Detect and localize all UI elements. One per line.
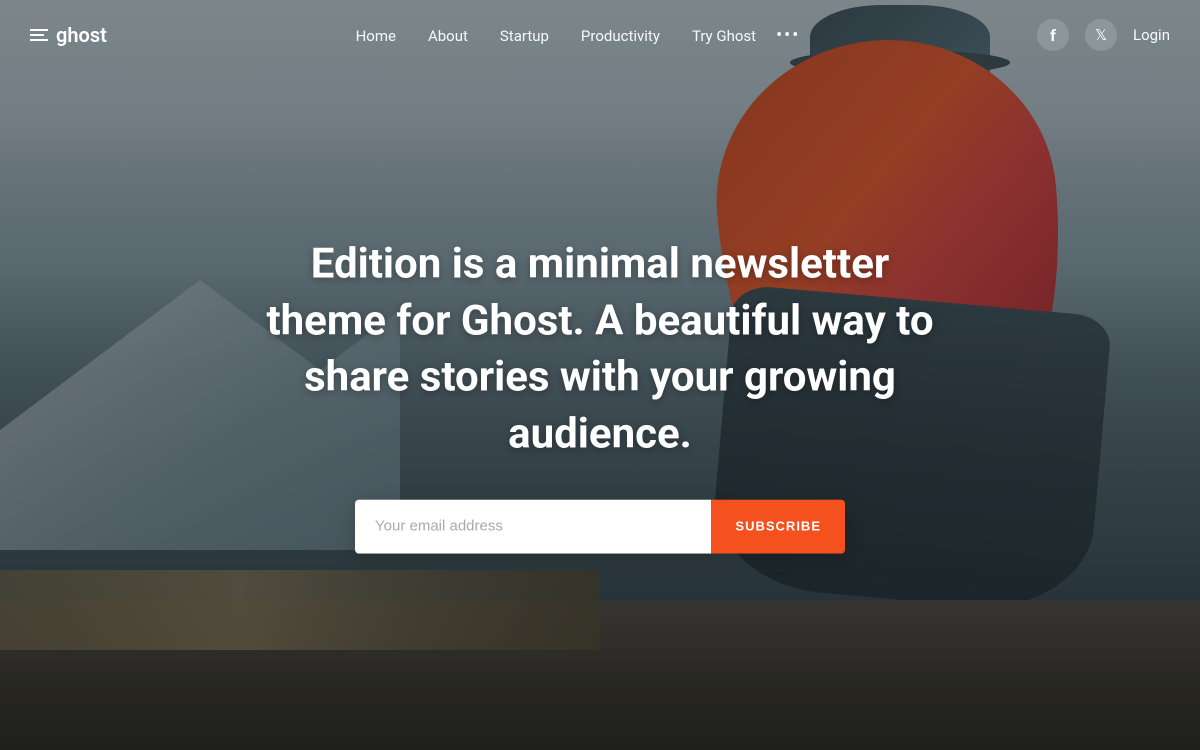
facebook-icon: f [1050, 26, 1056, 45]
nav-item-more: ••• [776, 25, 800, 46]
more-menu-button[interactable]: ••• [776, 25, 800, 46]
facebook-link[interactable]: f [1037, 19, 1069, 51]
hero-content: Edition is a minimal newsletter theme fo… [250, 237, 950, 554]
nav-item-startup: Startup [488, 26, 561, 45]
nav-links: Home About Startup Productivity Try Ghos… [107, 25, 1037, 46]
twitter-link[interactable]: 𝕏 [1085, 19, 1117, 51]
nav-right-section: f 𝕏 Login [1037, 19, 1170, 51]
nav-item-productivity: Productivity [569, 26, 672, 45]
subscribe-button[interactable]: SUBSCRIBE [711, 499, 845, 553]
nav-link-about[interactable]: About [416, 21, 480, 51]
nav-link-startup[interactable]: Startup [488, 21, 561, 51]
hero-title: Edition is a minimal newsletter theme fo… [250, 237, 950, 464]
nav-item-try-ghost: Try Ghost [680, 26, 768, 45]
subscribe-form: SUBSCRIBE [355, 499, 845, 553]
logo-text: ghost [56, 23, 107, 47]
nav-link-home[interactable]: Home [344, 21, 408, 51]
main-navigation: ghost Home About Startup Productivity Tr… [0, 0, 1200, 70]
grid-icon [30, 29, 48, 41]
email-input[interactable] [355, 499, 711, 553]
nav-item-about: About [416, 26, 480, 45]
nav-link-try-ghost[interactable]: Try Ghost [680, 21, 768, 51]
nav-item-home: Home [344, 26, 408, 45]
logo-link[interactable]: ghost [30, 23, 107, 47]
nav-link-productivity[interactable]: Productivity [569, 21, 672, 51]
login-link[interactable]: Login [1133, 26, 1170, 44]
hero-section: ghost Home About Startup Productivity Tr… [0, 0, 1200, 750]
twitter-icon: 𝕏 [1095, 26, 1107, 44]
